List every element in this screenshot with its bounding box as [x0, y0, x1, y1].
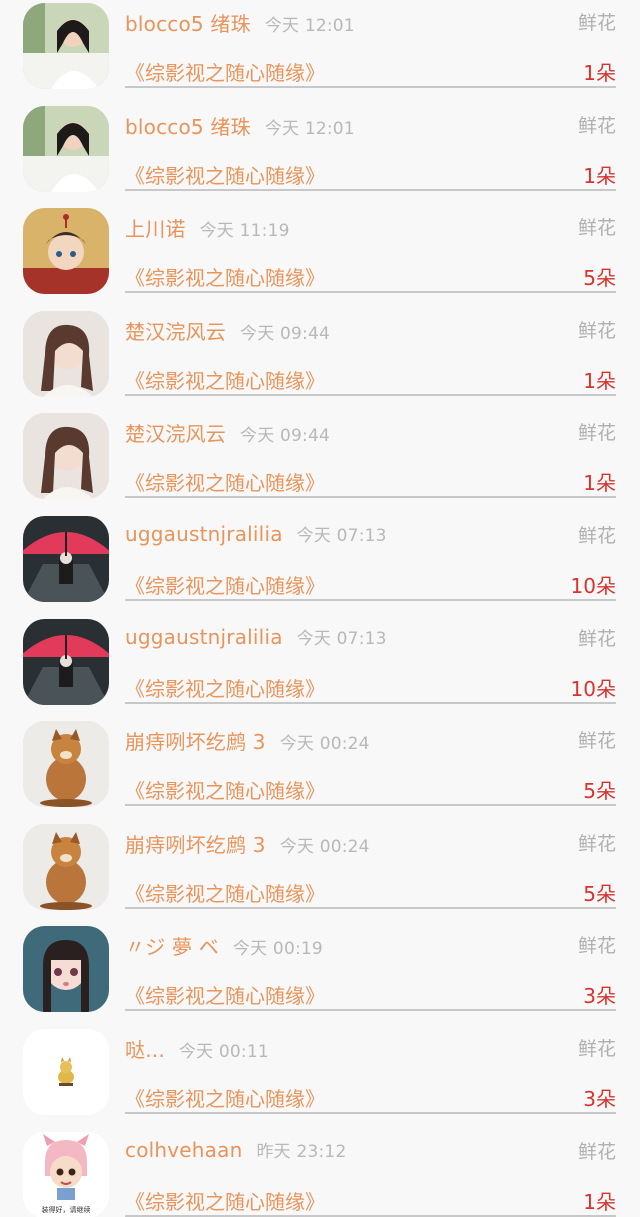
novel-title[interactable]: 《综影视之随心随缘》	[125, 365, 325, 394]
sender-name[interactable]: 楚汉浣风云 今天 09:44	[125, 418, 330, 447]
flower-count: 1朵	[583, 471, 616, 496]
list-item[interactable]: 楚汉浣风云 今天 09:44 鲜花 《综影视之随心随缘》 1朵	[0, 410, 640, 513]
pig-hat-girl-icon[interactable]: 装得好，请继续	[23, 1131, 109, 1217]
row-divider	[125, 291, 616, 294]
girl-photo-icon[interactable]	[23, 105, 109, 192]
row-divider	[125, 804, 616, 807]
sent-time: 今天 09:44	[240, 323, 330, 344]
sender-name[interactable]: blocco5 绪珠 今天 12:01	[125, 111, 355, 140]
row-divider	[125, 1009, 616, 1012]
sent-time: 今天 12:01	[264, 118, 355, 139]
novel-title[interactable]: 《综影视之随心随缘》	[125, 57, 325, 86]
girl-photo-icon[interactable]	[23, 3, 109, 89]
gift-type-label: 鲜花	[577, 12, 616, 34]
list-item[interactable]: 崩痔咧坏纥鹧 3 今天 00:24 鲜花 《综影视之随心随缘》 5朵	[0, 821, 640, 924]
row-divider	[125, 1214, 616, 1217]
doll-girl-icon[interactable]	[23, 926, 109, 1013]
list-item[interactable]: 崩痔咧坏纥鹧 3 今天 00:24 鲜花 《综影视之随心随缘》 5朵	[0, 718, 640, 821]
sender-name[interactable]: 崩痔咧坏纥鹧 3 今天 00:24	[125, 726, 370, 755]
novel-title[interactable]: 《综影视之随心随缘》	[125, 775, 325, 804]
flower-gift-list: blocco5 绪珠 今天 12:01 鲜花 《综影视之随心随缘》 1朵 bloc…	[0, 0, 640, 1217]
gift-type-label: 鲜花	[577, 730, 616, 753]
list-item[interactable]: 〃ジ 夢 ベ今天 00:19 鲜花 《综影视之随心随缘》 3朵	[0, 923, 640, 1026]
row-divider	[125, 86, 616, 88]
row-divider	[125, 906, 616, 909]
sender-name[interactable]: uggaustnjralilia 今天 07:13	[125, 521, 387, 546]
novel-title[interactable]: 《综影视之随心随缘》	[125, 467, 325, 496]
gift-type-label: 鲜花	[577, 1140, 616, 1163]
novel-title[interactable]: 《综影视之随心随缘》	[125, 160, 325, 189]
novel-title[interactable]: 《综影视之随心随缘》	[125, 980, 325, 1009]
row-divider	[125, 393, 616, 396]
sent-time: 昨天 23:12	[256, 1141, 347, 1162]
sent-time: 今天 11:19	[199, 221, 290, 242]
list-item[interactable]: uggaustnjralilia 今天 07:13 鲜花 《综影视之随心随缘》 1…	[0, 616, 640, 719]
sent-time: 今天 00:24	[279, 734, 370, 755]
cartoon-cat-icon[interactable]	[23, 1028, 109, 1115]
row-divider	[125, 701, 616, 704]
flower-count: 1朵	[583, 163, 616, 188]
red-umbrella-icon[interactable]	[23, 515, 109, 602]
sent-time: 今天 07:13	[296, 628, 387, 649]
woman-portrait-icon[interactable]	[23, 310, 109, 397]
sent-time: 今天 00:19	[232, 939, 323, 960]
sender-name[interactable]: 楚汉浣风云 今天 09:44	[125, 316, 330, 345]
gift-type-label: 鲜花	[577, 935, 616, 958]
gift-type-label: 鲜花	[577, 114, 616, 137]
woman-portrait-icon[interactable]	[23, 413, 109, 500]
list-item[interactable]: blocco5 绪珠 今天 12:01 鲜花 《综影视之随心随缘》 1朵	[0, 0, 640, 103]
list-item[interactable]: blocco5 绪珠 今天 12:01 鲜花 《综影视之随心随缘》 1朵	[0, 103, 640, 206]
sender-name[interactable]: 哒... 今天 00:11	[125, 1034, 269, 1063]
gift-type-label: 鲜花	[577, 832, 616, 855]
novel-title[interactable]: 《综影视之随心随缘》	[125, 673, 325, 702]
gift-type-label: 鲜花	[577, 319, 616, 342]
flower-count: 1朵	[583, 368, 616, 393]
anime-character-icon[interactable]	[23, 208, 109, 295]
gift-type-label: 鲜花	[577, 627, 616, 650]
list-item[interactable]: 楚汉浣风云 今天 09:44 鲜花 《综影视之随心随缘》 1朵	[0, 308, 640, 411]
gift-type-label: 鲜花	[577, 217, 616, 240]
list-item[interactable]: 哒... 今天 00:11 鲜花 《综影视之随心随缘》 3朵	[0, 1026, 640, 1129]
novel-title[interactable]: 《综影视之随心随缘》	[125, 570, 325, 599]
flower-count: 10朵	[570, 573, 616, 598]
list-item[interactable]: 装得好，请继续 colhvehaan 昨天 23:12 鲜花 《综影视之随心随缘》…	[0, 1129, 640, 1217]
sender-name[interactable]: blocco5 绪珠 今天 12:01	[125, 8, 355, 37]
sender-name[interactable]: 〃ジ 夢 ベ今天 00:19	[125, 931, 323, 960]
sender-name[interactable]: colhvehaan 昨天 23:12	[125, 1137, 346, 1162]
flower-count: 3朵	[583, 984, 616, 1009]
row-divider	[125, 598, 616, 601]
flower-count: 3朵	[583, 1086, 616, 1111]
sender-name[interactable]: 崩痔咧坏纥鹧 3 今天 00:24	[125, 829, 370, 858]
sent-time: 今天 07:13	[296, 525, 387, 546]
list-item[interactable]: 上川诺 今天 11:19 鲜花 《综影视之随心随缘》 5朵	[0, 205, 640, 308]
row-divider	[125, 1111, 616, 1114]
flower-count: 10朵	[570, 676, 616, 701]
sender-name[interactable]: 上川诺 今天 11:19	[125, 213, 290, 242]
row-divider	[125, 496, 616, 499]
sender-name[interactable]: uggaustnjralilia 今天 07:13	[125, 624, 387, 649]
sent-time: 今天 12:01	[264, 16, 355, 36]
novel-title[interactable]: 《综影视之随心随缘》	[125, 262, 325, 291]
flower-count: 5朵	[583, 779, 616, 804]
gift-type-label: 鲜花	[577, 422, 616, 445]
sent-time: 今天 09:44	[240, 426, 330, 447]
gift-type-label: 鲜花	[577, 1037, 616, 1060]
list-item[interactable]: uggaustnjralilia 今天 07:13 鲜花 《综影视之随心随缘》 1…	[0, 513, 640, 616]
flower-count: 5朵	[583, 266, 616, 291]
dog-figure-icon[interactable]	[23, 721, 109, 808]
flower-count: 1朵	[583, 61, 616, 85]
red-umbrella-icon[interactable]	[23, 618, 109, 705]
svg-text:装得好，请继续: 装得好，请继续	[42, 1205, 91, 1214]
row-divider	[125, 188, 616, 191]
flower-count: 1朵	[583, 1189, 616, 1214]
sent-time: 今天 00:24	[279, 836, 370, 857]
sent-time: 今天 00:11	[178, 1041, 269, 1062]
flower-count: 5朵	[583, 881, 616, 906]
gift-type-label: 鲜花	[577, 524, 616, 547]
novel-title[interactable]: 《综影视之随心随缘》	[125, 878, 325, 907]
dog-figure-icon[interactable]	[23, 823, 109, 910]
novel-title[interactable]: 《综影视之随心随缘》	[125, 1186, 325, 1215]
novel-title[interactable]: 《综影视之随心随缘》	[125, 1083, 325, 1112]
